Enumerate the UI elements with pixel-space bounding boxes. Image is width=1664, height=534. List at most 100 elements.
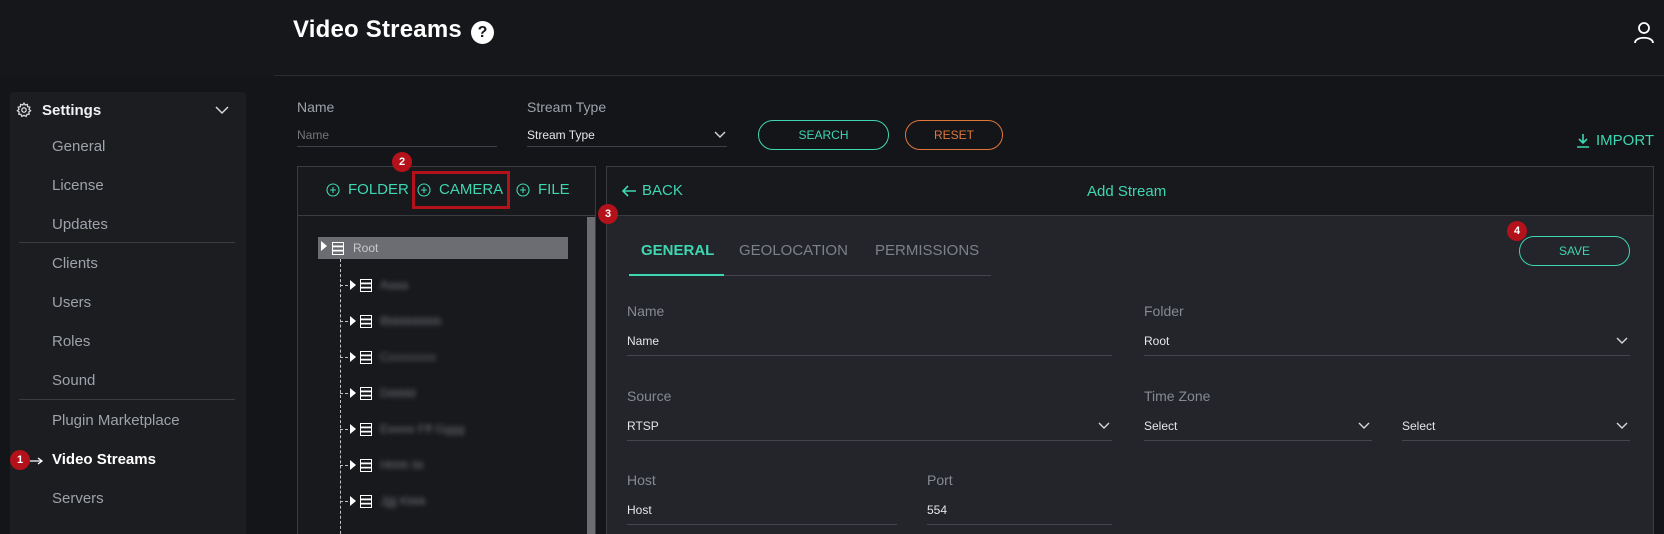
chevron-down-icon	[1616, 337, 1628, 344]
add-file-icon	[516, 183, 530, 197]
host-label: Host	[627, 472, 656, 488]
add-stream-panel: BACK Add Stream GENERAL GEOLOCATION PERM…	[606, 166, 1654, 534]
sidebar: Settings General License Updates Clients…	[10, 92, 246, 534]
stream-type-label: Stream Type	[527, 99, 607, 115]
port-input[interactable]: 554	[927, 495, 1112, 525]
sidebar-item-roles[interactable]: Roles	[52, 333, 90, 350]
add-folder-icon	[326, 183, 340, 197]
import-button[interactable]: IMPORT	[1596, 132, 1654, 149]
add-camera-icon	[417, 183, 431, 197]
sidebar-item-video-streams[interactable]: Video Streams	[52, 451, 156, 468]
tree-scrollbar[interactable]	[587, 217, 595, 534]
time-zone-label: Time Zone	[1144, 388, 1211, 404]
expand-triangle-icon[interactable]	[350, 424, 356, 434]
arrow-left-icon	[621, 185, 636, 197]
folder-label: Folder	[1144, 303, 1184, 319]
server-icon	[360, 387, 372, 400]
tree-node[interactable]: Eeeee Fff Gggg	[340, 419, 540, 439]
tab-permissions[interactable]: PERMISSIONS	[875, 242, 979, 259]
tree-node-label: Jjjjj Kkkk	[380, 494, 427, 508]
expand-triangle-icon[interactable]	[350, 316, 356, 326]
folder-select[interactable]: Root	[1144, 326, 1630, 356]
add-file-button[interactable]: FILE	[538, 181, 570, 198]
expand-triangle-icon[interactable]	[350, 352, 356, 362]
stream-type-select[interactable]: Stream Type	[527, 123, 727, 147]
tree-node[interactable]: Hhhh Iiii	[340, 455, 540, 475]
port-label: Port	[927, 472, 953, 488]
search-button[interactable]: SEARCH	[758, 120, 889, 150]
sidebar-divider	[19, 399, 235, 400]
reset-button[interactable]: RESET	[905, 120, 1003, 150]
server-icon	[360, 423, 372, 436]
tree-node-label: Ccccccccc	[380, 350, 437, 364]
app-header	[0, 0, 1664, 76]
source-label: Source	[627, 388, 672, 404]
user-icon[interactable]	[1632, 20, 1656, 44]
sidebar-item-users[interactable]: Users	[52, 294, 91, 311]
tree-node[interactable]: Jjjjj Kkkk	[340, 491, 540, 511]
server-icon	[360, 495, 372, 508]
sidebar-divider	[19, 242, 235, 243]
source-select[interactable]: RTSP	[627, 411, 1112, 441]
annotation-badge-2: 2	[392, 152, 412, 172]
sidebar-item-updates[interactable]: Updates	[52, 216, 108, 233]
tree-node[interactable]: Aaaa	[340, 275, 540, 295]
chevron-down-icon	[1358, 422, 1370, 429]
time-zone-region-select[interactable]: Select	[1144, 411, 1372, 441]
host-input[interactable]: Host	[627, 495, 897, 525]
panel-header: BACK Add Stream	[607, 167, 1653, 216]
tree-node-label: Eeeee Fff Gggg	[380, 422, 465, 436]
expand-triangle-icon[interactable]	[350, 388, 356, 398]
expand-triangle-icon[interactable]	[350, 460, 356, 470]
tree-node-label: Ddddd	[380, 386, 416, 400]
save-button[interactable]: SAVE	[1519, 236, 1630, 266]
name-input[interactable]: Name	[627, 326, 1112, 356]
sidebar-item-plugin-marketplace[interactable]: Plugin Marketplace	[52, 412, 180, 429]
tree-toolbar: FOLDER CAMERA FILE	[298, 167, 595, 216]
annotation-badge-1: 1	[10, 450, 30, 470]
annotation-badge-4: 4	[1507, 221, 1527, 241]
active-tab-indicator	[629, 274, 724, 276]
help-icon[interactable]: ?	[471, 21, 494, 44]
gear-icon	[16, 102, 32, 118]
chevron-down-icon	[714, 131, 726, 138]
tree-node-label: Hhhh Iiii	[380, 458, 424, 472]
sidebar-item-sound[interactable]: Sound	[52, 372, 95, 389]
name-filter-input[interactable]	[297, 123, 497, 147]
sidebar-item-general[interactable]: General	[52, 138, 105, 155]
name-filter-label: Name	[297, 99, 335, 115]
expand-triangle-icon[interactable]	[321, 241, 327, 251]
name-label: Name	[627, 303, 665, 319]
sidebar-item-clients[interactable]: Clients	[52, 255, 98, 272]
time-zone-city-select[interactable]: Select	[1402, 411, 1630, 441]
expand-triangle-icon[interactable]	[350, 280, 356, 290]
sidebar-settings-header[interactable]: Settings	[10, 92, 246, 128]
tree-node-label: Aaaa	[380, 278, 409, 292]
expand-triangle-icon[interactable]	[350, 496, 356, 506]
back-button[interactable]: BACK	[642, 182, 683, 199]
header-divider	[274, 75, 1664, 76]
tree-node[interactable]: Ddddd	[340, 383, 540, 403]
server-icon	[360, 459, 372, 472]
sidebar-item-servers[interactable]: Servers	[52, 490, 104, 507]
panel-title: Add Stream	[1087, 183, 1167, 200]
page-title: Video Streams	[293, 16, 462, 43]
chevron-up-icon[interactable]	[214, 102, 230, 118]
add-folder-button[interactable]: FOLDER	[348, 181, 409, 198]
chevron-down-icon	[1616, 422, 1628, 429]
tree-panel: FOLDER CAMERA FILE Root Aaaa Bbbbbbbbb C…	[297, 166, 596, 534]
tab-geolocation[interactable]: GEOLOCATION	[739, 242, 848, 259]
sidebar-item-license[interactable]: License	[52, 177, 104, 194]
server-icon	[360, 315, 372, 328]
server-icon	[360, 351, 372, 364]
tree-root-label: Root	[353, 241, 379, 255]
tab-general[interactable]: GENERAL	[641, 242, 714, 259]
sidebar-section-title: Settings	[42, 102, 102, 119]
tree-root-node[interactable]: Root	[318, 237, 568, 259]
add-camera-button[interactable]: CAMERA	[439, 181, 503, 198]
annotation-badge-3: 3	[598, 204, 618, 224]
tree-node[interactable]: Ccccccccc	[340, 347, 540, 367]
tree-view: Root Aaaa Bbbbbbbbb Ccccccccc Ddddd Eeee…	[298, 217, 595, 534]
tree-node-label: Bbbbbbbbb	[380, 314, 442, 328]
tree-node[interactable]: Bbbbbbbbb	[340, 311, 540, 331]
